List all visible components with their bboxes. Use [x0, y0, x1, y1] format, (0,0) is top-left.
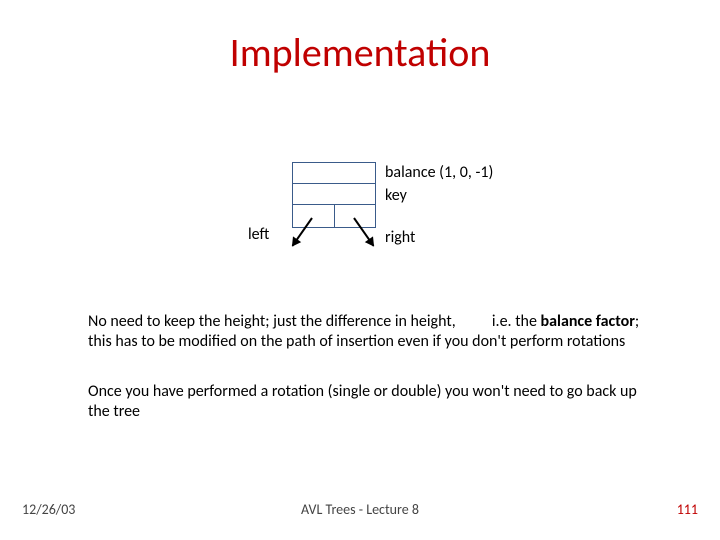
node-row-key	[293, 184, 375, 205]
footer-page-number: 111	[677, 501, 698, 518]
para1-lead: No need to keep the height; just the dif…	[88, 312, 456, 331]
para1-ie: i.e. the	[492, 312, 541, 331]
label-right: right	[385, 228, 415, 247]
node-diagram	[292, 162, 376, 228]
slide-title: Implementation	[0, 28, 720, 77]
label-key: key	[385, 186, 407, 205]
node-cell-left	[293, 205, 335, 227]
node-cell-right	[335, 205, 376, 227]
label-balance: balance (1, 0, -1)	[385, 163, 493, 182]
para1-bold: balance factor	[541, 312, 635, 331]
paragraph-2: Once you have performed a rotation (sing…	[88, 382, 658, 422]
paragraph-1: No need to keep the height; just the dif…	[88, 312, 658, 352]
footer-center: AVL Trees - Lecture 8	[0, 501, 720, 518]
para1-gap	[456, 312, 492, 331]
node-row-balance	[293, 163, 375, 184]
label-left: left	[248, 225, 269, 244]
